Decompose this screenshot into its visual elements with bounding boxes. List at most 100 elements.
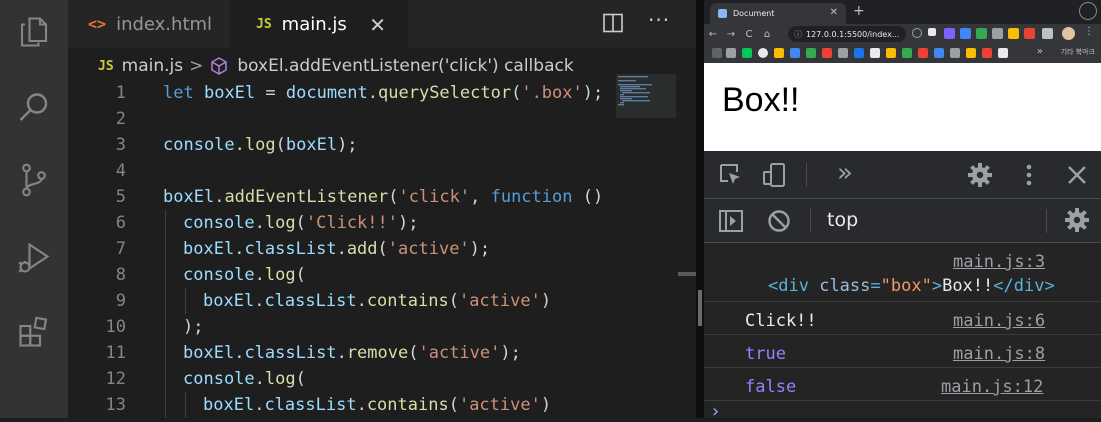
bookmark-icon[interactable] (790, 48, 800, 58)
editor-scrollbar[interactable] (678, 272, 696, 276)
toolbar-divider (810, 209, 811, 233)
bookmark-icon[interactable] (902, 48, 912, 58)
page-viewport[interactable]: Box!! (704, 63, 1101, 151)
resize-handle[interactable] (698, 290, 702, 326)
clear-console-icon[interactable] (766, 208, 792, 234)
gear-icon[interactable] (967, 162, 993, 188)
extension-icon[interactable] (992, 28, 1003, 39)
bookmark-icon[interactable] (934, 48, 944, 58)
tab-index-html[interactable]: <> index.html (68, 0, 230, 48)
minimap[interactable] (616, 74, 676, 134)
bookmark-icon[interactable] (774, 48, 784, 58)
close-icon[interactable]: ✕ (369, 13, 386, 37)
bookmark-icon[interactable] (806, 48, 816, 58)
apps-icon[interactable] (712, 48, 722, 58)
split-editor-icon[interactable] (603, 13, 623, 33)
console-prompt-icon[interactable]: › (710, 401, 721, 422)
browser-tab-title: Document (733, 9, 775, 18)
close-icon[interactable] (1064, 162, 1090, 188)
new-tab-icon[interactable]: + (853, 3, 865, 19)
avatar[interactable] (1062, 27, 1075, 40)
info-icon[interactable]: ⓘ (794, 29, 802, 40)
js-file-icon: JS (256, 16, 272, 32)
kebab-menu-icon[interactable] (1016, 162, 1042, 188)
run-debug-icon[interactable] (14, 238, 54, 278)
extension-icon[interactable] (944, 28, 955, 39)
bookmark-youtube-icon[interactable] (982, 48, 992, 58)
code-line: 9 boxEl.classList.contains('active') (68, 288, 613, 314)
code-line: 12 console.log( (68, 366, 613, 392)
console-source-link[interactable]: main.js:3 (953, 252, 1045, 272)
more-tabs-icon[interactable]: » (832, 158, 858, 188)
menu-icon[interactable]: ⋮ (1084, 26, 1094, 37)
bookmark-naver-icon[interactable] (742, 48, 752, 58)
window-divider[interactable] (696, 0, 704, 418)
back-icon[interactable]: ← (704, 29, 722, 40)
breadcrumb-file[interactable]: main.js (122, 56, 183, 76)
other-bookmarks[interactable]: 기타 북마크 (1061, 47, 1095, 57)
line-number: 3 (115, 135, 126, 155)
tag-open: <div (768, 276, 809, 296)
context-selector[interactable]: top (827, 209, 858, 231)
source-control-icon[interactable] (14, 160, 54, 200)
explorer-icon[interactable] (14, 12, 54, 52)
browser-toolbar: ← → C ⌂ ⓘ 127.0.0.1:5500/index... ⋮ (704, 24, 1101, 44)
console-source-link[interactable]: main.js:6 (953, 311, 1045, 331)
bookmark-icon[interactable] (998, 48, 1008, 58)
line-number: 7 (115, 239, 126, 259)
console-message: main.js:3 <div class="box">Box!!</div> (704, 243, 1101, 301)
bookmark-google-icon[interactable] (758, 48, 768, 58)
console-message: true main.js:8 (704, 335, 1101, 367)
zoom-icon[interactable] (912, 28, 922, 38)
forward-icon[interactable]: → (722, 29, 740, 40)
reload-icon[interactable]: C (740, 29, 758, 40)
bookmark-icon[interactable] (854, 48, 864, 58)
bookmark-icon[interactable] (966, 48, 976, 58)
console-source-link[interactable]: main.js:12 (941, 377, 1043, 397)
tab-label: index.html (116, 13, 213, 35)
line-number: 4 (115, 161, 126, 181)
extensions-icon[interactable] (14, 312, 54, 352)
inspect-element-icon[interactable] (718, 162, 744, 188)
address-bar[interactable]: ⓘ 127.0.0.1:5500/index... (788, 26, 906, 42)
bookmark-icon[interactable] (822, 48, 832, 58)
bookmark-icon[interactable] (918, 48, 928, 58)
extension-icon[interactable] (1024, 28, 1035, 39)
breadcrumb-symbol[interactable]: boxEl.addEventListener('click') callback (237, 56, 573, 76)
line-number: 8 (115, 265, 126, 285)
close-icon[interactable]: ✕ (830, 7, 838, 18)
sidebar-toggle-icon[interactable] (718, 208, 744, 234)
more-actions-icon[interactable]: ··· (648, 8, 670, 32)
extensions-puzzle-icon[interactable] (1042, 28, 1053, 39)
window-control-icon[interactable] (1079, 2, 1097, 20)
console-boolean: true (745, 344, 786, 364)
bookmark-icon[interactable] (870, 48, 880, 58)
box-element[interactable]: Box!! (722, 81, 799, 120)
extension-icon[interactable] (976, 28, 987, 39)
share-icon[interactable] (928, 28, 936, 36)
device-toolbar-icon[interactable] (762, 162, 788, 188)
console-element-node[interactable]: <div class="box">Box!!</div> (768, 276, 1055, 296)
code-line: 13 boxEl.classList.contains('active') (68, 392, 613, 418)
toolbar-divider (806, 163, 807, 187)
js-file-icon: JS (98, 58, 114, 74)
console-toolbar: top (704, 199, 1101, 243)
console-settings-gear-icon[interactable] (1064, 207, 1090, 233)
browser-tab[interactable]: Document ✕ (710, 3, 846, 24)
extension-icon[interactable] (960, 28, 971, 39)
line-number: 9 (115, 291, 126, 311)
tab-main-js[interactable]: JS main.js ✕ (230, 0, 408, 48)
home-icon[interactable]: ⌂ (758, 29, 776, 40)
bookmark-icon[interactable] (726, 48, 736, 58)
console-source-link[interactable]: main.js:8 (953, 344, 1045, 364)
editor-tab-bar: <> index.html JS main.js ✕ ··· (68, 0, 696, 48)
bookmark-icon[interactable] (838, 48, 848, 58)
browser-tab-bar: Document ✕ + (704, 0, 1101, 24)
bookmarks-overflow-icon[interactable]: » (1037, 46, 1043, 57)
bookmark-icon[interactable] (950, 48, 960, 58)
code-line: 8 console.log( (68, 262, 613, 288)
bookmark-icon[interactable] (886, 48, 896, 58)
extension-icon[interactable] (1008, 28, 1019, 39)
search-icon[interactable] (14, 88, 54, 128)
code-editor[interactable]: 1 let boxEl = document.querySelector('.bo… (68, 80, 696, 418)
